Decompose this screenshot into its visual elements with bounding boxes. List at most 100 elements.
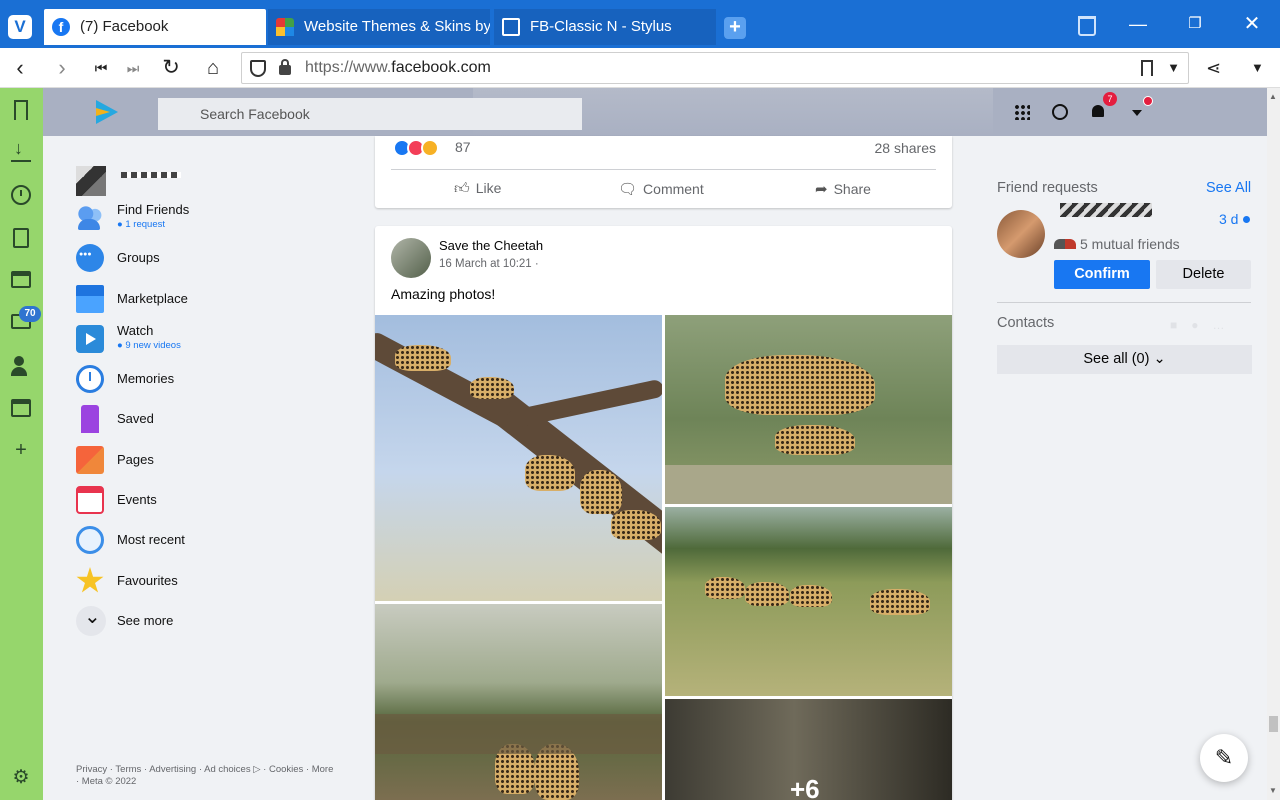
scroll-down-icon[interactable]: ▼ [1269, 786, 1277, 795]
tab-facebook[interactable]: f (7) Facebook [44, 9, 266, 45]
mutual-friends-icon [1054, 239, 1076, 249]
nav-watch[interactable]: Watch ● 9 new videos [76, 323, 366, 359]
tab-title: Website Themes & Skins by [304, 18, 490, 35]
more-photos-overlay[interactable]: +6 [665, 699, 952, 800]
contacts-panel-icon[interactable] [11, 356, 31, 376]
forward-button[interactable]: › [48, 54, 76, 82]
shares-count[interactable]: 28 shares [875, 140, 936, 156]
new-tab-button[interactable]: + [724, 17, 746, 39]
reload-button[interactable]: ↻ [157, 54, 185, 82]
minimize-button[interactable]: — [1126, 12, 1150, 36]
nav-marketplace[interactable]: Marketplace [76, 283, 366, 319]
post-card: 87 28 shares 👍︎ Like 🗨︎ Comment ➦ Share [375, 136, 952, 208]
shield-icon[interactable] [250, 60, 266, 77]
bookmarks-panel-icon[interactable] [14, 100, 28, 120]
url-text[interactable]: https://www.facebook.com [305, 59, 491, 77]
page-scrollbar[interactable]: ▲ ▼ [1267, 88, 1280, 800]
divider [997, 302, 1251, 303]
mutual-friends-count[interactable]: 5 mutual friends [1080, 236, 1180, 252]
calendar-panel-icon[interactable] [11, 399, 31, 417]
contacts-tools-icons[interactable]: ■●… [1170, 318, 1250, 332]
saved-icon [81, 405, 99, 433]
comment-button[interactable]: 🗨︎ Comment [618, 180, 704, 198]
avatar[interactable] [997, 210, 1045, 258]
nav-label: Most recent [117, 532, 185, 547]
nav-saved[interactable]: Saved [76, 403, 366, 439]
share-button[interactable]: ➦ Share [815, 180, 871, 198]
tab-stylus[interactable]: FB-Classic N - Stylus [494, 9, 716, 45]
see-all-contacts-button[interactable]: See all (0) ⌄ [997, 345, 1252, 374]
nav-label: Watch [117, 323, 154, 338]
nav-label: Memories [117, 371, 175, 386]
new-message-button[interactable]: ✎ [1200, 734, 1248, 782]
most-recent-icon [76, 526, 104, 554]
events-icon [76, 486, 104, 514]
post-photo[interactable] [665, 507, 952, 696]
nav-see-more[interactable]: See more [76, 604, 366, 641]
address-bar-row: ‹ › ⏮ ⏭ ↻ ⌂ https://www.facebook.com ▼ ⋖… [0, 48, 1280, 88]
trash-icon[interactable] [1078, 16, 1096, 36]
nav-most-recent[interactable]: Most recent [76, 524, 366, 560]
nav-favourites[interactable]: Favourites [76, 565, 366, 601]
facebook-logo-icon[interactable] [96, 100, 118, 124]
footer-links[interactable]: Privacy · Terms · Advertising · Ad choic… [76, 764, 336, 788]
like-button[interactable]: 👍︎ Like [454, 180, 501, 198]
chevron-down-icon[interactable]: ▼ [1167, 56, 1180, 80]
chevron-down-icon [76, 604, 106, 636]
profile-name[interactable] [121, 172, 181, 178]
close-window-button[interactable]: ✕ [1240, 12, 1264, 36]
nav-pages[interactable]: Pages [76, 444, 366, 480]
history-panel-icon[interactable] [11, 185, 31, 205]
rewind-button[interactable]: ⏮ [87, 54, 115, 82]
share-arrow-icon: ➦ [815, 181, 828, 198]
fast-forward-button[interactable]: ⏭ [119, 54, 147, 82]
nav-label: Marketplace [117, 291, 188, 306]
settings-gear-icon[interactable]: ⚙ [11, 768, 31, 788]
search-input[interactable]: Search Facebook [158, 98, 582, 130]
facebook-header: Search Facebook 7 [43, 88, 1267, 136]
document-icon [502, 18, 520, 36]
downloads-panel-icon[interactable] [11, 138, 31, 162]
see-all-requests-link[interactable]: See All [1206, 180, 1251, 196]
groups-icon [76, 244, 104, 272]
nav-memories[interactable]: Memories [76, 363, 366, 399]
reactions-count[interactable]: 87 [455, 139, 471, 155]
nav-label: Saved [117, 411, 154, 426]
post-timestamp[interactable]: 16 March at 10:21 · [439, 258, 539, 270]
scrollbar-thumb[interactable] [1269, 716, 1278, 732]
notes-panel-icon[interactable] [13, 228, 29, 248]
nav-sub: ● 9 new videos [117, 340, 181, 351]
page-avatar[interactable] [391, 238, 431, 278]
tab-website-themes[interactable]: Website Themes & Skins by [268, 9, 490, 45]
back-button[interactable]: ‹ [6, 54, 34, 82]
post-photo[interactable] [375, 315, 662, 601]
account-caret-icon[interactable] [1132, 110, 1142, 116]
requester-name[interactable] [1060, 203, 1152, 217]
window-panel-icon[interactable] [11, 271, 31, 288]
post-photo[interactable] [375, 604, 662, 800]
url-field[interactable]: https://www.facebook.com ▼ [241, 52, 1189, 84]
avatar[interactable] [76, 166, 106, 196]
compose-pencil-icon: ✎ [1214, 745, 1234, 770]
scroll-up-icon[interactable]: ▲ [1269, 92, 1277, 101]
vivaldi-menu-icon[interactable]: V [8, 15, 32, 39]
chevron-down-icon[interactable]: ▼ [1251, 58, 1264, 78]
share-icon[interactable]: ⋖ [1206, 58, 1221, 79]
notifications-bell-icon[interactable] [1092, 105, 1104, 117]
post-author[interactable]: Save the Cheetah [439, 238, 543, 253]
nav-events[interactable]: Events [76, 484, 366, 520]
nav-find-friends[interactable]: Find Friends ● 1 request [76, 202, 366, 238]
home-button[interactable]: ⌂ [199, 54, 227, 82]
post-photo[interactable] [665, 315, 952, 504]
lock-icon[interactable] [279, 59, 291, 75]
messenger-icon[interactable] [1052, 104, 1068, 120]
add-panel-icon[interactable]: + [11, 440, 31, 461]
nav-groups[interactable]: Groups [76, 242, 366, 278]
bookmark-icon[interactable] [1141, 60, 1153, 76]
confirm-button[interactable]: Confirm [1054, 260, 1150, 289]
thumbs-up-icon: 👍︎ [454, 180, 470, 197]
delete-button[interactable]: Delete [1156, 260, 1251, 289]
restore-button[interactable]: ❐ [1183, 12, 1207, 36]
reactions-icons[interactable] [393, 139, 449, 157]
menu-grid-icon[interactable] [1014, 104, 1030, 120]
